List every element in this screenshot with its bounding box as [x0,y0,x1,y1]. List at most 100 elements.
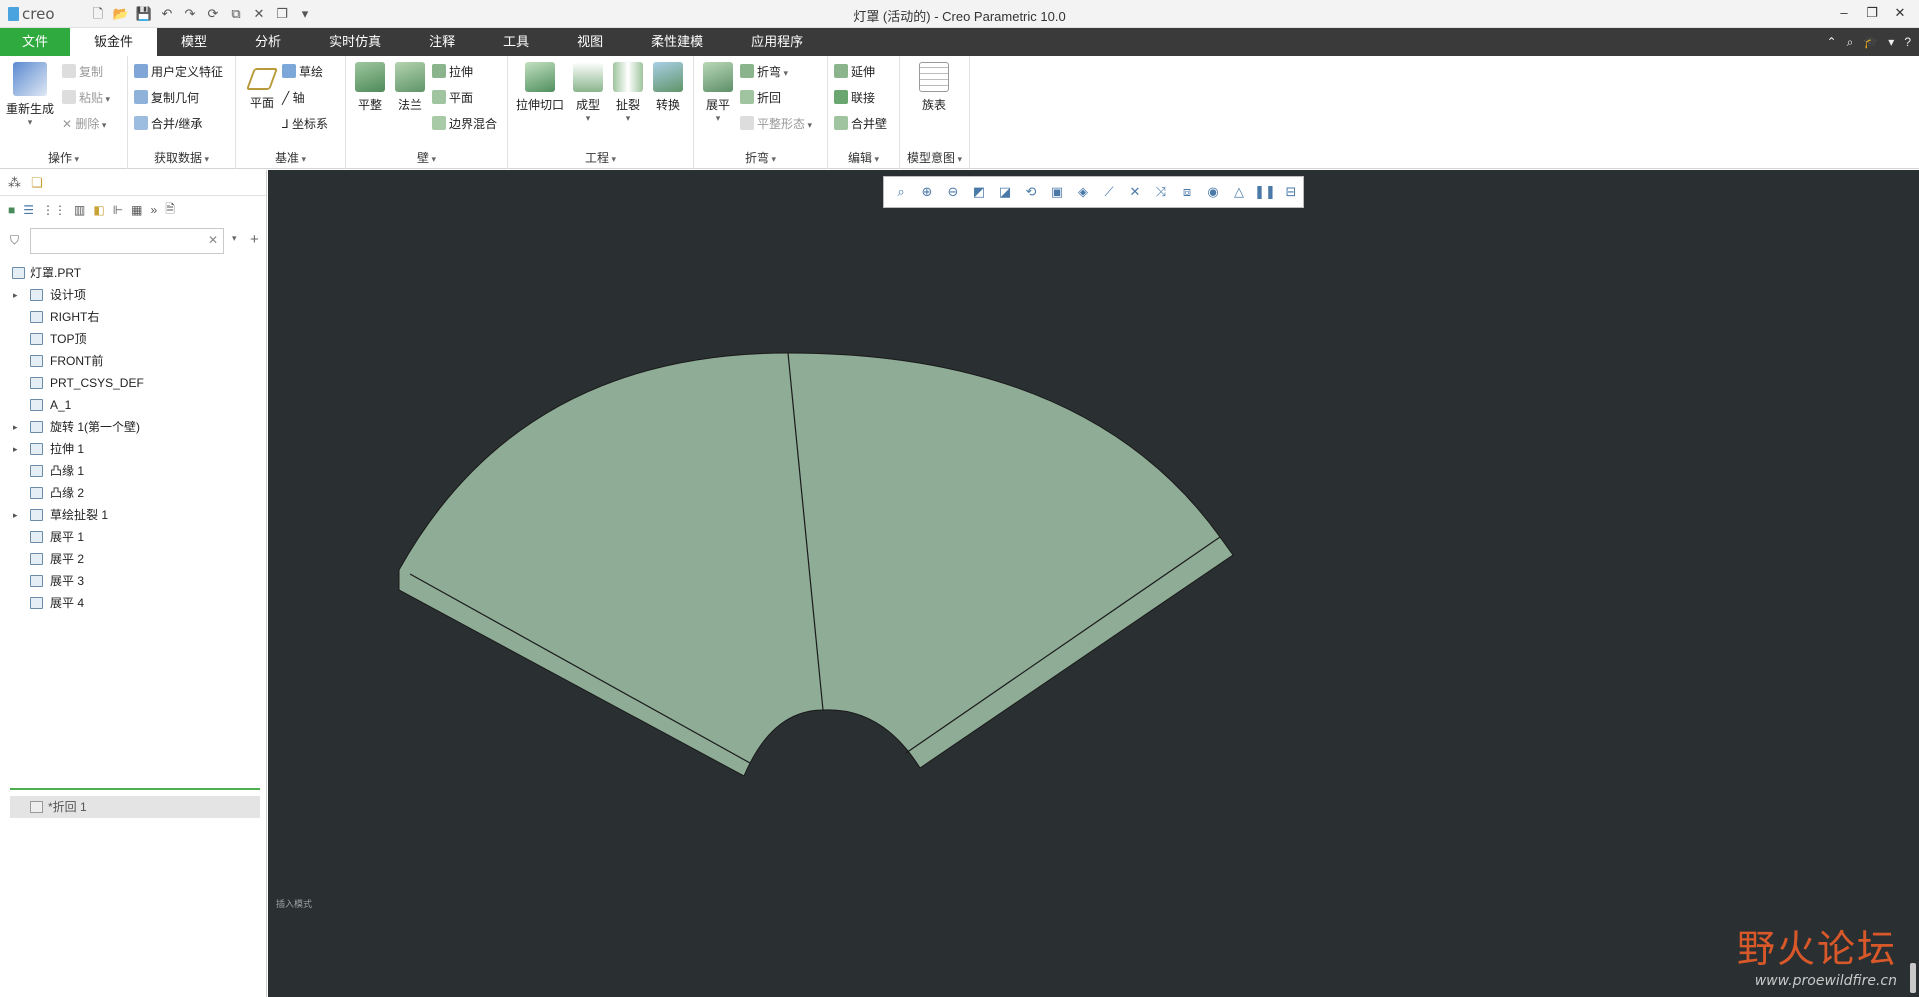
tree-item-pending[interactable]: *折回 1 [10,796,260,818]
collapse-ribbon-icon[interactable]: ⌃ [1827,28,1837,56]
close-icon[interactable]: ✕ [1889,3,1911,23]
csys-button[interactable]: ⅃ 坐标系 [282,114,328,134]
tab-annotate[interactable]: 注释 [405,28,479,56]
flat-state-button[interactable]: 平整形态 [740,114,812,134]
annotation-display-icon[interactable]: ✕ [1124,181,1146,203]
datum-plane-button[interactable]: 平面 [240,62,284,111]
udf-button[interactable]: 用户定义特征 [134,62,223,82]
view-manager-icon[interactable]: ▣ [1046,181,1068,203]
insert-here-indicator[interactable] [10,788,260,790]
tree-item[interactable]: 凸缘 1 [0,460,267,482]
group-label-bends[interactable]: 折弯 [694,149,827,166]
hide-toolbar-icon[interactable]: ⊟ [1280,181,1302,203]
switch-window-icon[interactable]: ❐ [272,4,292,24]
sketch-button[interactable]: 草绘 [282,62,323,82]
tree-item[interactable]: FRONT前 [0,350,267,372]
search-options-icon[interactable]: ▾ [232,233,237,244]
tab-file[interactable]: 文件 [0,28,71,56]
graphics-scroll-tab[interactable] [1910,963,1916,993]
expand-arrow-icon[interactable]: ▸ [13,438,18,460]
expand-arrow-icon[interactable]: ▸ [13,504,18,526]
windows-icon[interactable]: ⧉ [226,4,246,24]
tree-settings-icon[interactable]: ◧ [93,203,104,217]
tab-sheetmetal[interactable]: 钣金件 [70,28,158,56]
add-icon[interactable]: + [250,231,259,248]
pause-icon[interactable]: ❚❚ [1254,181,1276,203]
clear-search-icon[interactable]: ✕ [208,233,218,247]
group-label-get-data[interactable]: 获取数据 [128,149,235,166]
tree-item[interactable]: PRT_CSYS_DEF [0,372,267,394]
join-button[interactable]: 联接 [834,88,875,108]
copy-button[interactable]: 复制 [62,62,103,82]
tree-item[interactable]: 展平 1 [0,526,267,548]
flat-wall-button[interactable]: 平面 [432,88,473,108]
tree-item[interactable]: 展平 2 [0,548,267,570]
convert-button[interactable]: 转换 [650,62,686,113]
group-label-editing[interactable]: 编辑 [828,149,899,166]
tab-view[interactable]: 视图 [553,28,627,56]
spin-center-icon[interactable]: ⤨ [1150,181,1172,203]
command-search-icon[interactable]: ⌕ [1847,28,1854,56]
tab-analysis[interactable]: 分析 [231,28,305,56]
restore-icon[interactable]: ❐ [1861,3,1883,23]
extrude-cut-button[interactable]: 拉伸切口 [514,62,566,113]
paste-button[interactable]: 粘贴 [62,88,110,108]
form-button[interactable]: 成型 ▾ [570,62,606,124]
flange-button[interactable]: 法兰 [392,62,428,113]
more-tools-icon[interactable]: » [151,203,158,217]
boundary-blend-button[interactable]: 边界混合 [432,114,497,134]
tab-tools[interactable]: 工具 [479,28,553,56]
group-label-operations[interactable]: 操作 [0,149,127,166]
planar-wall-button[interactable]: 平整 [352,62,388,113]
tab-flexible-modeling[interactable]: 柔性建模 [627,28,727,56]
saved-orientations-icon[interactable]: ⟲ [1020,181,1042,203]
tab-live-simulation[interactable]: 实时仿真 [305,28,405,56]
open-folder-icon[interactable]: 📂 [111,4,131,24]
family-table-button[interactable]: 族表 [914,62,954,113]
section-icon[interactable]: ⧈ [1176,181,1198,203]
tree-item[interactable]: ▸ 旋转 1(第一个壁) [0,416,267,438]
tab-applications[interactable]: 应用程序 [727,28,827,56]
tree-item[interactable]: 凸缘 2 [0,482,267,504]
bend-back-button[interactable]: 折回 [740,88,781,108]
repaint-icon[interactable]: ◩ [968,181,990,203]
tree-columns-icon[interactable]: ⋮⋮ [42,203,66,217]
learning-icon[interactable]: 🎓 [1863,28,1878,56]
extrude-wall-button[interactable]: 拉伸 [432,62,473,82]
tree-table-icon[interactable]: ▥ [74,203,85,217]
display-style-icon[interactable]: ◪ [994,181,1016,203]
tab-model[interactable]: 模型 [157,28,231,56]
group-label-walls[interactable]: 壁 [346,149,507,166]
undo-icon[interactable]: ↶ [157,4,177,24]
unbend-button[interactable]: 展平 ▾ [698,62,738,124]
group-label-datum[interactable]: 基准 [236,149,345,166]
minimize-icon[interactable]: – [1833,3,1855,23]
save-icon[interactable]: 💾 [134,4,154,24]
tree-list-icon[interactable]: ☰ [23,203,34,217]
model-display-icon[interactable]: ■ [8,203,15,217]
tree-item[interactable]: 展平 4 [0,592,267,614]
flat-pattern-face[interactable] [398,352,1234,777]
copy-geometry-button[interactable]: 复制几何 [134,88,199,108]
tree-item[interactable]: ▸ 拉伸 1 [0,438,267,460]
refit-icon[interactable]: ⌕ [890,181,912,203]
extend-button[interactable]: 延伸 [834,62,875,82]
sheetmetal-flat-pattern[interactable] [268,170,1919,997]
datum-display-icon[interactable]: ⟋ [1098,181,1120,203]
new-file-icon[interactable]: 🗋 [88,4,108,24]
rip-button[interactable]: 扯裂 ▾ [610,62,646,124]
tree-layout-icon[interactable]: ▦ [131,203,142,217]
redo-icon[interactable]: ↷ [180,4,200,24]
zoom-in-icon[interactable]: ⊕ [916,181,938,203]
axis-button[interactable]: ╱ 轴 [282,88,305,108]
tree-item[interactable]: ▸ 草绘扯裂 1 [0,504,267,526]
tree-filter-icon[interactable]: ⊩ [113,203,123,217]
zoom-out-icon[interactable]: ⊖ [942,181,964,203]
perspective-icon[interactable]: ◈ [1072,181,1094,203]
help-menu-icon[interactable]: ▾ [1888,28,1894,56]
delete-button[interactable]: ✕ 删除 [62,114,106,134]
appearance-icon[interactable]: ◉ [1202,181,1224,203]
model-tree-tab-icon[interactable]: ⁂ [8,175,21,191]
simulation-icon[interactable]: △ [1228,181,1250,203]
expand-arrow-icon[interactable]: ▸ [13,416,18,438]
